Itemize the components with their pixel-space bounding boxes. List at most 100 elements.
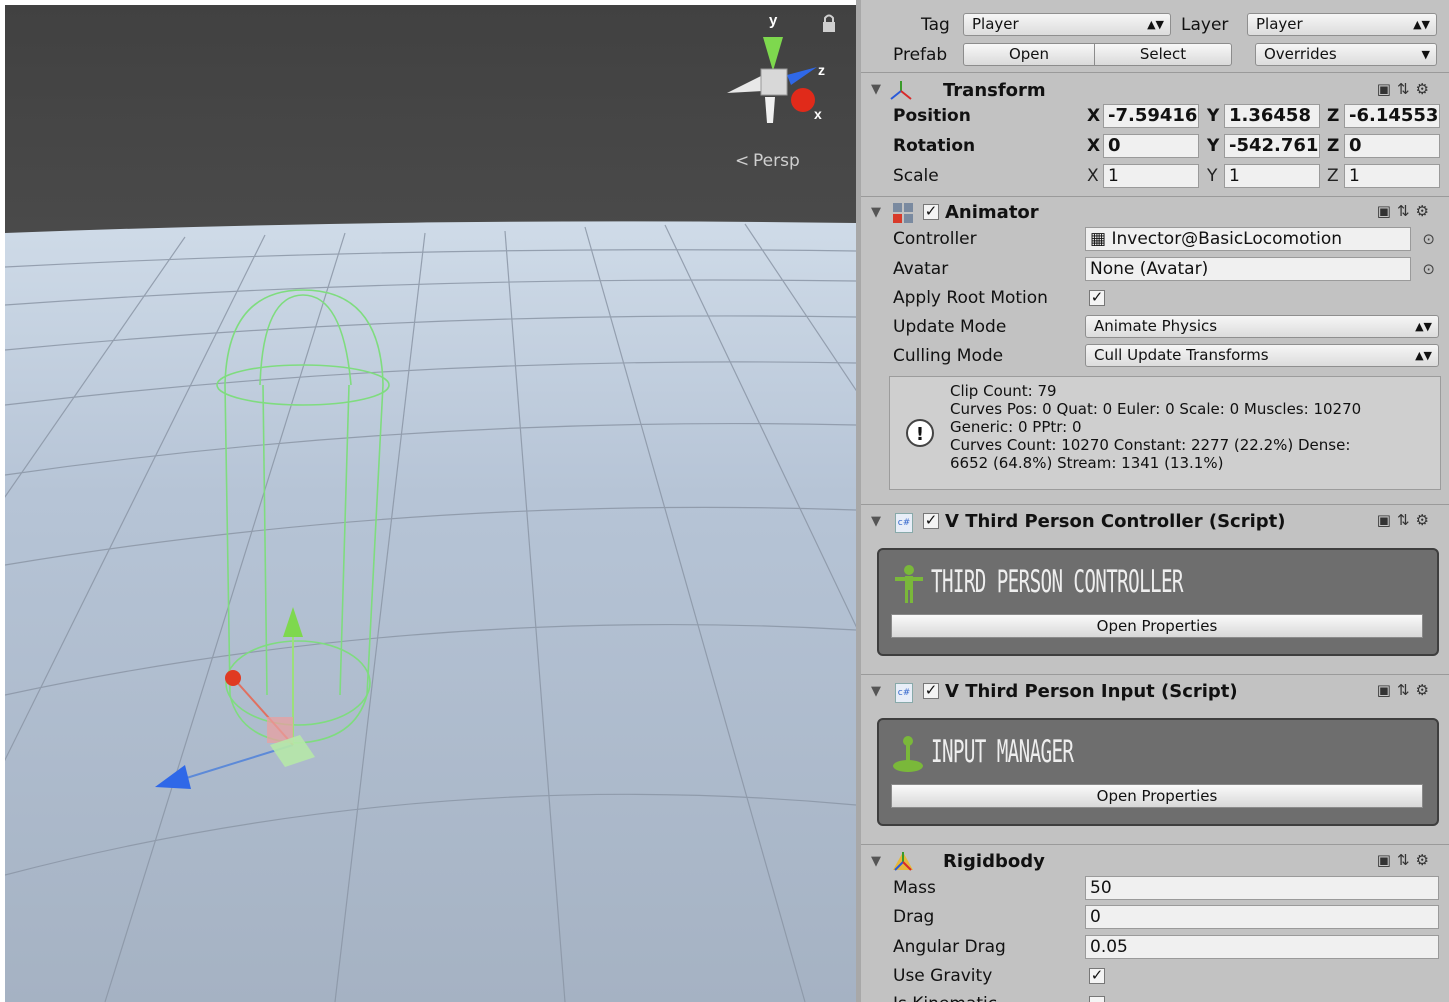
transform-icon xyxy=(890,81,912,100)
drag-field[interactable]: 0 xyxy=(1085,905,1439,929)
help-icon[interactable]: ▣ xyxy=(1377,681,1397,699)
axis-y-label[interactable]: Y xyxy=(1207,136,1219,156)
rotation-z-field[interactable]: 0 xyxy=(1344,134,1440,158)
help-icon[interactable]: ▣ xyxy=(1377,202,1397,220)
rotation-label: Rotation xyxy=(893,136,976,156)
update-mode-dropdown[interactable]: Animate Physics ▲▼ xyxy=(1085,315,1439,338)
object-picker-icon[interactable]: ⊙ xyxy=(1422,260,1435,278)
mass-label: Mass xyxy=(893,878,936,898)
x-axis-handle[interactable] xyxy=(225,670,241,686)
sky-background xyxy=(5,5,856,235)
prefab-select-button[interactable]: Select xyxy=(1094,43,1232,66)
dropdown-arrow-icon: ▲▼ xyxy=(1413,18,1430,31)
presets-icon[interactable]: ⇅ xyxy=(1397,851,1416,869)
prefab-label: Prefab xyxy=(893,45,948,65)
rigidbody-icon xyxy=(893,852,913,871)
tpi-open-properties-button[interactable]: Open Properties xyxy=(891,784,1423,808)
component-header-icons: ▣⇅⚙ xyxy=(1377,511,1435,529)
axis-y-label[interactable]: Y xyxy=(1207,106,1219,126)
avatar-field[interactable]: None (Avatar) xyxy=(1085,257,1411,281)
tpc-enabled-checkbox[interactable]: ✓ xyxy=(923,513,939,529)
gear-icon[interactable]: ⚙ xyxy=(1416,511,1435,529)
apply-root-motion-checkbox[interactable]: ✓ xyxy=(1089,290,1105,306)
axis-x-label[interactable]: X xyxy=(1087,136,1100,156)
foldout-arrow-icon[interactable]: ▼ xyxy=(871,82,881,97)
use-gravity-checkbox[interactable]: ✓ xyxy=(1089,968,1105,984)
culling-mode-dropdown[interactable]: Cull Update Transforms ▲▼ xyxy=(1085,344,1439,367)
position-label: Position xyxy=(893,106,971,126)
scale-z-field[interactable]: 1 xyxy=(1344,164,1440,188)
scale-x-field[interactable]: 1 xyxy=(1103,164,1199,188)
rotation-y-field[interactable]: -542.761 xyxy=(1224,134,1320,158)
dropdown-arrow-icon: ▲▼ xyxy=(1147,18,1164,31)
tpc-open-properties-button[interactable]: Open Properties xyxy=(891,614,1423,638)
mass-field[interactable]: 50 xyxy=(1085,876,1439,900)
update-mode-label: Update Mode xyxy=(893,317,1007,337)
position-z-field[interactable]: -6.14553 xyxy=(1344,104,1440,128)
prefab-overrides-dropdown[interactable]: Overrides ▼ xyxy=(1255,43,1437,66)
axis-x-label[interactable]: X xyxy=(1087,166,1099,186)
animator-title[interactable]: Animator xyxy=(945,202,1039,223)
prefab-open-button[interactable]: Open xyxy=(963,43,1095,66)
help-icon[interactable]: ▣ xyxy=(1377,851,1397,869)
apply-root-motion-label: Apply Root Motion xyxy=(893,288,1048,308)
info-line: Curves Count: 10270 Constant: 2277 (22.2… xyxy=(950,436,1351,454)
tpc-title[interactable]: V Third Person Controller (Script) xyxy=(945,511,1285,532)
foldout-arrow-icon[interactable]: ▼ xyxy=(871,514,881,529)
axis-y-label[interactable]: Y xyxy=(1207,166,1217,186)
rigidbody-title[interactable]: Rigidbody xyxy=(943,851,1045,872)
component-header-icons: ▣⇅⚙ xyxy=(1377,681,1435,699)
dropdown-arrow-icon: ▲▼ xyxy=(1415,320,1432,333)
tag-dropdown[interactable]: Player ▲▼ xyxy=(963,13,1171,36)
foldout-arrow-icon[interactable]: ▼ xyxy=(871,205,881,220)
gear-icon[interactable]: ⚙ xyxy=(1416,80,1435,98)
presets-icon[interactable]: ⇅ xyxy=(1397,80,1416,98)
axis-x-label[interactable]: X xyxy=(1087,106,1100,126)
position-x-field[interactable]: -7.59416 xyxy=(1103,104,1199,128)
foldout-arrow-icon[interactable]: ▼ xyxy=(871,684,881,699)
is-kinematic-label: Is Kinematic xyxy=(893,994,997,1002)
tpi-banner-title: INPUT MANAGER xyxy=(931,734,1074,770)
character-icon xyxy=(895,565,923,603)
axis-z-label[interactable]: Z xyxy=(1327,166,1339,186)
controller-field[interactable]: ▦ Invector@BasicLocomotion xyxy=(1085,227,1411,251)
position-y-field[interactable]: 1.36458 xyxy=(1224,104,1320,128)
presets-icon[interactable]: ⇅ xyxy=(1397,202,1416,220)
animator-controller-icon: ▦ xyxy=(1090,229,1107,249)
gear-icon[interactable]: ⚙ xyxy=(1416,851,1435,869)
gear-icon[interactable]: ⚙ xyxy=(1416,202,1435,220)
help-icon[interactable]: ▣ xyxy=(1377,80,1397,98)
divider xyxy=(861,504,1449,505)
controller-label: Controller xyxy=(893,229,977,249)
persp-label[interactable]: Persp xyxy=(753,151,800,171)
scene-canvas[interactable]: y z x < Persp xyxy=(5,5,856,1002)
info-icon: ! xyxy=(906,419,934,447)
divider xyxy=(861,844,1449,845)
axis-z-label[interactable]: Z xyxy=(1327,136,1339,156)
perspective-arrow-icon[interactable]: < xyxy=(735,151,749,171)
presets-icon[interactable]: ⇅ xyxy=(1397,681,1416,699)
culling-mode-label: Culling Mode xyxy=(893,346,1004,366)
info-line: 6652 (64.8%) Stream: 1341 (13.1%) xyxy=(950,454,1224,472)
foldout-arrow-icon[interactable]: ▼ xyxy=(871,854,881,869)
scale-y-field[interactable]: 1 xyxy=(1224,164,1320,188)
is-kinematic-checkbox[interactable] xyxy=(1089,996,1105,1002)
rotation-x-field[interactable]: 0 xyxy=(1103,134,1199,158)
scene-view[interactable]: y z x < Persp xyxy=(5,5,856,1002)
tpi-enabled-checkbox[interactable]: ✓ xyxy=(923,683,939,699)
angular-drag-field[interactable]: 0.05 xyxy=(1085,935,1439,959)
animator-enabled-checkbox[interactable]: ✓ xyxy=(923,204,939,220)
gizmo-z-label: z xyxy=(818,62,825,78)
tpi-banner: INPUT MANAGER Open Properties xyxy=(877,718,1439,826)
axis-z-label[interactable]: Z xyxy=(1327,106,1339,126)
gear-icon[interactable]: ⚙ xyxy=(1416,681,1435,699)
presets-icon[interactable]: ⇅ xyxy=(1397,511,1416,529)
object-picker-icon[interactable]: ⊙ xyxy=(1422,230,1435,248)
angular-drag-label: Angular Drag xyxy=(893,937,1006,957)
help-icon[interactable]: ▣ xyxy=(1377,511,1397,529)
transform-title[interactable]: Transform xyxy=(943,80,1046,101)
drag-label: Drag xyxy=(893,907,935,927)
layer-dropdown[interactable]: Player ▲▼ xyxy=(1247,13,1437,36)
gizmo-y-label: y xyxy=(769,12,778,29)
tpi-title[interactable]: V Third Person Input (Script) xyxy=(945,681,1238,702)
